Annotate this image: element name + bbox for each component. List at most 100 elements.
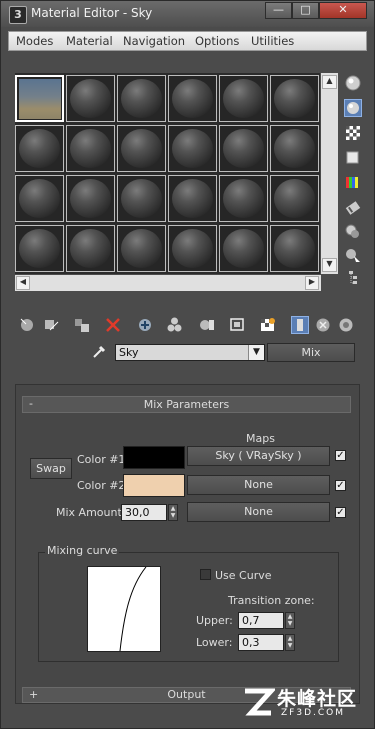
slots-vertical-scrollbar[interactable]: ▲ ▼ — [321, 73, 338, 274]
sample-slot[interactable] — [219, 75, 268, 122]
window-title: Material Editor - Sky — [31, 6, 153, 20]
color1-label: Color #1 — [77, 453, 126, 466]
mixing-curve-line — [119, 566, 147, 652]
mix-parameters-title: Mix Parameters — [143, 398, 230, 411]
material-type-button[interactable]: Mix — [267, 343, 355, 362]
watermark-text: 朱峰社区 — [277, 688, 358, 710]
sample-type-icon[interactable] — [344, 74, 362, 92]
sample-slot[interactable] — [219, 175, 268, 222]
maps-label: Maps — [246, 432, 275, 445]
use-curve-checkbox[interactable] — [200, 569, 211, 580]
mix-amount-field[interactable]: 30,0 — [121, 504, 167, 521]
material-editor-window: 3 Material Editor - Sky — □ ✕ Modes Mate… — [0, 0, 375, 729]
mixing-curve-group-label: Mixing curve — [45, 544, 120, 557]
backlight-icon[interactable] — [344, 99, 362, 117]
menu-navigation[interactable]: Navigation — [123, 34, 185, 48]
color2-label: Color #2 — [77, 479, 126, 492]
parameters-panel: - Mix Parameters Maps Swap Color #1 Sky … — [15, 384, 360, 704]
delete-icon[interactable] — [104, 316, 122, 334]
sample-slot[interactable] — [117, 175, 166, 222]
sample-slot[interactable] — [219, 225, 268, 272]
minimize-button[interactable]: — — [265, 2, 292, 19]
sample-slot[interactable] — [168, 75, 217, 122]
watermark: 朱峰社区 ZF3D.COM — [241, 683, 371, 723]
lower-label: Lower: — [196, 636, 233, 649]
sky-preview — [19, 79, 61, 119]
sample-slot[interactable] — [270, 225, 319, 272]
sample-slot[interactable] — [66, 125, 115, 172]
sample-slot[interactable] — [117, 225, 166, 272]
make-preview-icon[interactable] — [344, 199, 362, 217]
mix-amount-map-button[interactable]: None — [187, 502, 330, 522]
mix-parameters-rollout-header[interactable]: - Mix Parameters — [22, 396, 351, 413]
mixing-curve-graph — [87, 566, 161, 652]
mix-map-checkbox[interactable]: ✓ — [335, 507, 346, 518]
sample-slot[interactable] — [15, 125, 64, 172]
sample-slot[interactable] — [270, 125, 319, 172]
color2-map-button[interactable]: None — [187, 475, 330, 495]
color1-map-button[interactable]: Sky ( VRaySky ) — [187, 446, 330, 466]
material-id-channel-icon[interactable] — [198, 316, 216, 334]
mix-amount-spinner[interactable]: ▲ ▼ — [168, 504, 178, 521]
menu-modes[interactable]: Modes — [16, 34, 53, 48]
sample-slot[interactable] — [168, 225, 217, 272]
make-unique-icon[interactable] — [136, 316, 154, 334]
sample-slot[interactable] — [219, 125, 268, 172]
select-by-material-icon[interactable] — [344, 247, 362, 265]
title-bar[interactable]: 3 Material Editor - Sky — □ ✕ — [1, 1, 374, 27]
pick-material-from-object-icon[interactable] — [91, 344, 107, 360]
video-color-check-icon[interactable] — [344, 174, 362, 192]
sample-slot-active[interactable] — [15, 75, 64, 122]
scroll-down-arrow-icon[interactable]: ▼ — [322, 258, 337, 272]
upper-spinner[interactable]: ▲ ▼ — [285, 612, 295, 629]
sample-slot[interactable] — [270, 175, 319, 222]
material-name-text: Sky — [119, 346, 139, 359]
sample-slot[interactable] — [168, 125, 217, 172]
chevron-down-icon[interactable]: ▼ — [248, 345, 264, 360]
lower-value: 0,3 — [242, 636, 260, 649]
go-to-parent-icon[interactable] — [291, 316, 309, 334]
show-map-in-viewport-icon[interactable] — [229, 316, 247, 334]
menu-utilities[interactable]: Utilities — [251, 34, 294, 48]
slots-horizontal-scrollbar[interactable]: ◀ ▶ — [15, 275, 321, 291]
menu-options[interactable]: Options — [195, 34, 239, 48]
swap-button[interactable]: Swap — [30, 458, 72, 479]
scroll-right-arrow-icon[interactable]: ▶ — [305, 276, 319, 290]
assign-to-selection-icon[interactable] — [73, 316, 91, 334]
lower-spinner[interactable]: ▲ ▼ — [285, 634, 295, 651]
sample-slot[interactable] — [270, 75, 319, 122]
show-end-result-icon[interactable] — [259, 316, 277, 334]
put-to-library-icon[interactable] — [166, 316, 184, 334]
menu-bar: Modes Material Navigation Options Utilit… — [8, 31, 367, 51]
sample-slot[interactable] — [15, 225, 64, 272]
sample-slot[interactable] — [66, 75, 115, 122]
lower-field[interactable]: 0,3 — [238, 634, 284, 651]
color2-swatch[interactable] — [123, 474, 185, 497]
get-material-icon[interactable] — [19, 316, 37, 334]
menu-material[interactable]: Material — [66, 34, 113, 48]
color1-swatch[interactable] — [123, 446, 185, 469]
transition-zone-label: Transition zone: — [228, 594, 315, 607]
material-map-navigator-icon[interactable] — [344, 269, 362, 287]
sample-uv-tiling-icon[interactable] — [344, 149, 362, 167]
scroll-left-arrow-icon[interactable]: ◀ — [16, 276, 30, 290]
go-forward-to-sibling-icon[interactable] — [314, 316, 332, 334]
sample-slot[interactable] — [66, 175, 115, 222]
options-icon[interactable] — [344, 223, 362, 241]
maximize-button[interactable]: □ — [292, 2, 319, 19]
sample-slot[interactable] — [168, 175, 217, 222]
material-navigator-icon[interactable] — [337, 316, 355, 334]
color1-map-checkbox[interactable]: ✓ — [335, 450, 346, 461]
scroll-up-arrow-icon[interactable]: ▲ — [322, 75, 337, 89]
sample-slot[interactable] — [15, 175, 64, 222]
sample-slot[interactable] — [117, 125, 166, 172]
sample-slot[interactable] — [117, 75, 166, 122]
background-checker-icon[interactable] — [344, 124, 362, 142]
mix-amount-value: 30,0 — [125, 506, 150, 519]
close-button[interactable]: ✕ — [319, 2, 367, 19]
upper-field[interactable]: 0,7 — [238, 612, 284, 629]
color2-map-checkbox[interactable]: ✓ — [335, 480, 346, 491]
put-to-scene-icon[interactable] — [42, 316, 60, 334]
material-name-field[interactable]: Sky ▼ — [115, 344, 265, 361]
sample-slot[interactable] — [66, 225, 115, 272]
